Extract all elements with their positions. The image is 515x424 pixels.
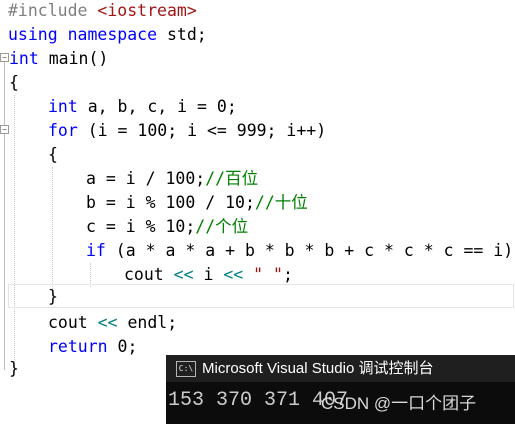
shift-operator: << xyxy=(97,313,118,332)
code-line-endl[interactable]: cout << endl; xyxy=(48,311,177,335)
keyword-int: int xyxy=(9,49,39,68)
code-line-c[interactable]: c = i % 10;//个位 xyxy=(86,215,248,239)
keyword-namespace: namespace xyxy=(67,25,158,44)
watermark: CSDN @一口‍个团子 xyxy=(321,394,477,413)
inner-brace-close: } xyxy=(48,287,58,306)
code-line-cout[interactable]: cout << i << " "; xyxy=(124,263,293,287)
code-line-brace-open[interactable]: { xyxy=(9,71,19,95)
brace-open: { xyxy=(9,73,19,92)
code-line-brace-close[interactable]: } xyxy=(9,357,19,381)
std-text: std; xyxy=(157,25,207,44)
code-line-return[interactable]: return 0; xyxy=(48,335,137,359)
cout-end: ; xyxy=(282,265,293,284)
current-line-highlight xyxy=(8,284,514,308)
fold-line-main xyxy=(4,62,5,370)
fold-toggle-main[interactable]: − xyxy=(0,53,9,62)
cout-mid: i xyxy=(193,265,224,284)
code-line-if[interactable]: if (a * a * a + b * b * b + c * c * c ==… xyxy=(86,239,513,263)
code-line-decl[interactable]: int a, b, c, i = 0; xyxy=(48,95,237,119)
debug-console-window[interactable]: C:\ Microsoft Visual Studio 调试控制台 153 37… xyxy=(166,355,515,424)
inner-brace-open: { xyxy=(48,145,58,164)
endl-cout: cout xyxy=(48,313,98,332)
endl-text: endl; xyxy=(117,313,178,332)
return-rest: 0; xyxy=(107,337,138,356)
include-directive: #include xyxy=(8,1,88,20)
brace-close: } xyxy=(9,359,19,378)
code-line-a[interactable]: a = i / 100;//百位 xyxy=(86,167,258,191)
if-rest: (a * a * a + b * b * b + c * c * c == i) xyxy=(105,241,514,260)
keyword-using: using xyxy=(8,25,58,44)
keyword-if: if xyxy=(86,241,106,260)
code-line-using[interactable]: using namespace std; xyxy=(8,23,207,47)
main-signature: main() xyxy=(38,49,109,68)
line-c-code: c = i % 10; xyxy=(86,217,196,236)
cout-string: " " xyxy=(253,265,283,284)
for-rest: (i = 100; i <= 999; i++) xyxy=(77,121,327,140)
shift-operator: << xyxy=(223,265,244,284)
fold-toggle-for[interactable]: − xyxy=(0,125,9,134)
console-app-icon: C:\ xyxy=(176,361,196,377)
shift-operator: << xyxy=(173,265,194,284)
code-line-main[interactable]: int main() xyxy=(9,47,108,71)
indent-guide xyxy=(52,167,53,295)
decl-rest: a, b, c, i = 0; xyxy=(77,97,237,116)
code-line-include[interactable]: #include <iostream> xyxy=(8,0,197,23)
code-line-b[interactable]: b = i % 100 / 10;//十位 xyxy=(86,191,308,215)
keyword-for: for xyxy=(48,121,78,140)
keyword-return: return xyxy=(48,337,108,356)
code-line-inner-brace-open[interactable]: { xyxy=(48,143,58,167)
console-title: Microsoft Visual Studio 调试控制台 xyxy=(202,360,434,377)
code-line-for[interactable]: for (i = 100; i <= 999; i++) xyxy=(48,119,326,143)
indent-guide xyxy=(14,95,15,370)
code-line-inner-brace-close[interactable]: } xyxy=(48,285,58,309)
line-a-comment: //百位 xyxy=(205,169,259,188)
cout-text: cout xyxy=(124,265,174,284)
line-b-comment: //十位 xyxy=(254,193,308,212)
include-header: <iostream> xyxy=(97,1,197,20)
keyword-int: int xyxy=(48,97,78,116)
line-a-code: a = i / 100; xyxy=(86,169,206,188)
line-c-comment: //个位 xyxy=(195,217,249,236)
console-titlebar[interactable]: C:\ Microsoft Visual Studio 调试控制台 xyxy=(166,355,515,382)
line-b-code: b = i % 100 / 10; xyxy=(86,193,255,212)
